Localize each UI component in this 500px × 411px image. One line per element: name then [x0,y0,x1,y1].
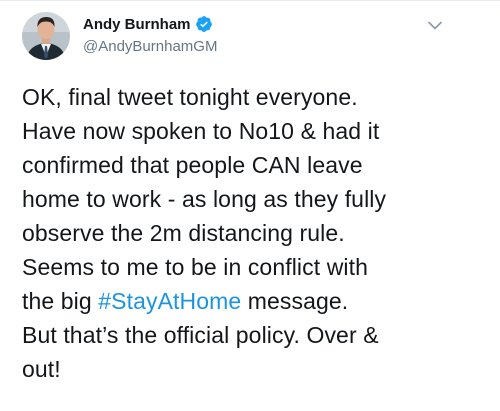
tweet-text-line: observe the 2m distancing rule. [22,216,492,250]
profile-photo [22,12,70,60]
tweet-text-line: the big #StayAtHome message. [22,284,492,318]
tweet-text-line: confirmed that people CAN leave [22,148,492,182]
tweet-text-line: Seems to me to be in conflict with [22,250,492,284]
tweet-text-line: out! [22,352,492,386]
tweet-menu-button[interactable] [424,14,446,36]
tweet-text-segment: home to work - as long as they fully [22,186,387,212]
hashtag-link[interactable]: #StayAtHome [98,288,241,314]
tweet-text-segment: But that’s the official policy. Over & [22,322,379,348]
avatar[interactable] [22,12,70,60]
tweet-text-line: OK, final tweet tonight everyone. [22,80,492,114]
author-display-name[interactable]: Andy Burnham [83,16,191,33]
tweet-text-line: home to work - as long as they fully [22,182,492,216]
tweet-card: Andy Burnham @AndyBurnhamGM OK, final tw… [0,0,500,411]
verified-badge-icon [195,16,212,32]
tweet-text-segment: Seems to me to be in conflict with [22,254,368,280]
tweet-text: OK, final tweet tonight everyone. Have n… [22,80,492,386]
author-handle[interactable]: @AndyBurnhamGM [83,38,217,55]
tweet-text-segment: message. [241,288,349,314]
tweet-text-segment: Have now spoken to No10 & had it [22,118,380,144]
tweet-text-segment: confirmed that people CAN leave [22,152,363,178]
tweet-text-segment: out! [22,356,61,382]
chevron-down-icon [428,21,442,29]
tweet-text-line: Have now spoken to No10 & had it [22,114,492,148]
tweet-text-segment: observe the 2m distancing rule. [22,220,345,246]
tweet-text-segment: the big [22,288,99,314]
tweet-text-line: But that’s the official policy. Over & [22,318,492,352]
tweet-text-segment: OK, final tweet tonight everyone. [22,84,358,110]
author-name-row: Andy Burnham [83,13,213,35]
